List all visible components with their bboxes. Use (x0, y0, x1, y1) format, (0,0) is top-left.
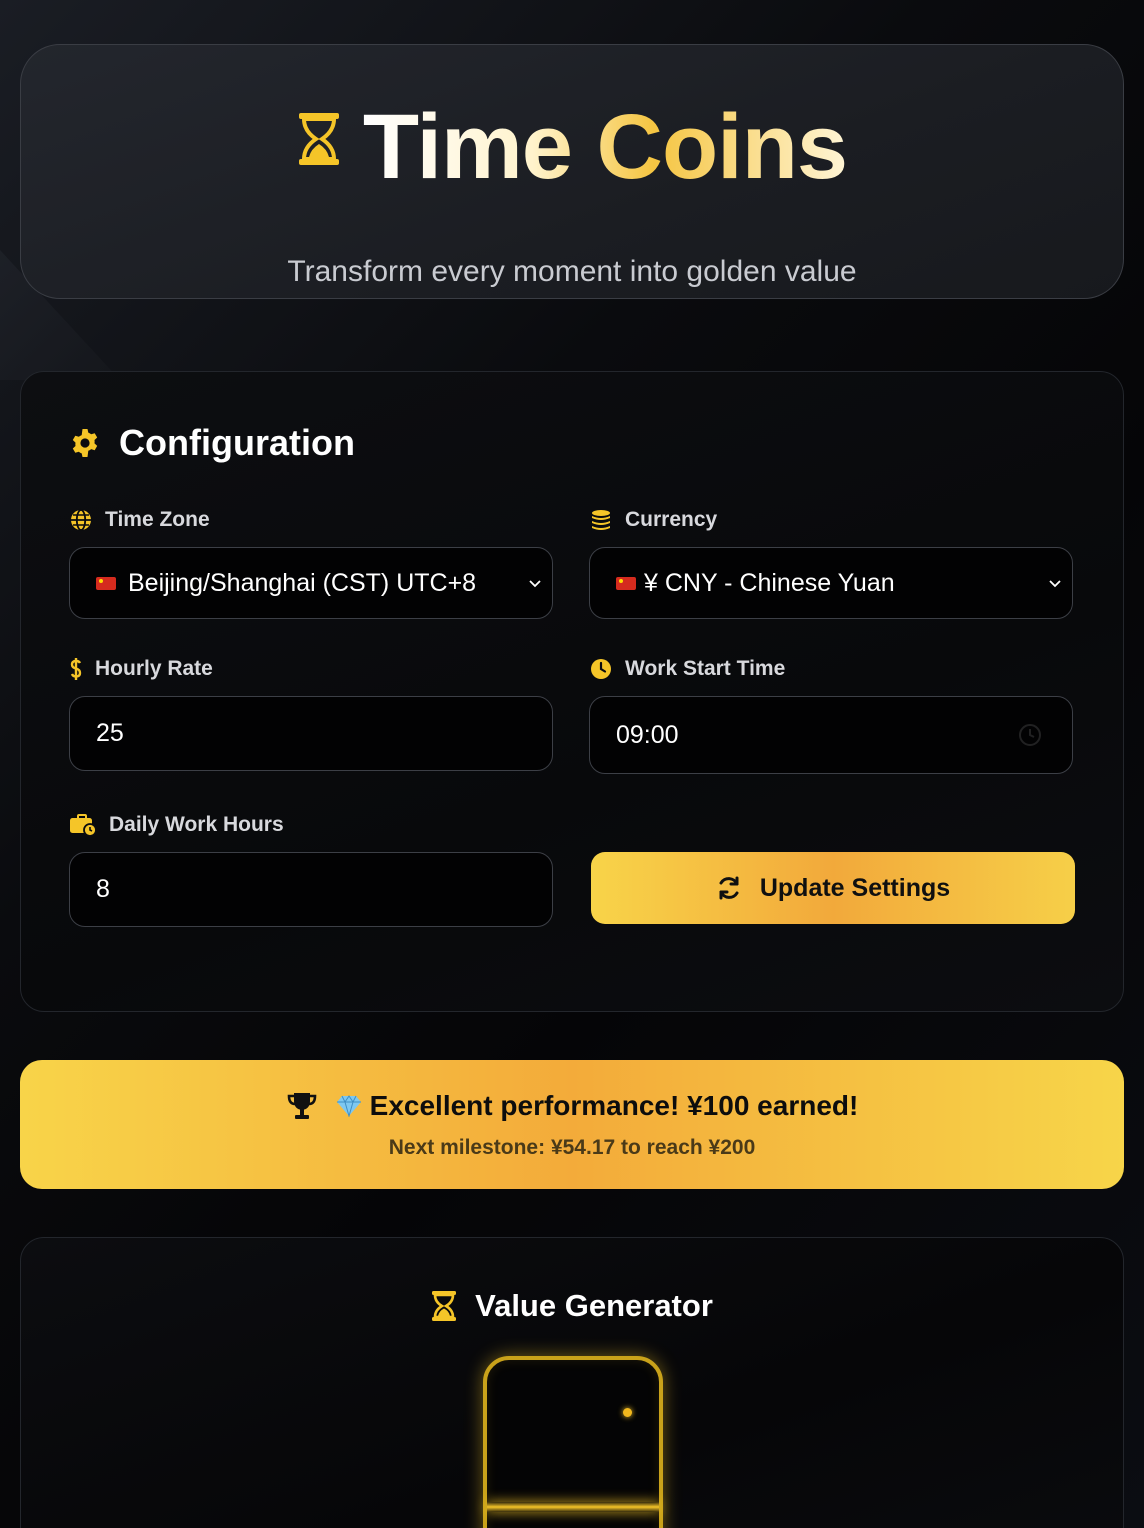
generator-title: Value Generator (21, 1288, 1123, 1324)
work-start-label: Work Start Time (589, 657, 785, 681)
time-picker-icon[interactable] (1018, 723, 1042, 747)
chevron-down-icon (1049, 580, 1061, 588)
header-card: Time Coins Transform every moment into g… (20, 44, 1124, 299)
hourly-rate-label-text: Hourly Rate (95, 657, 213, 680)
currency-select[interactable]: ¥ CNY - Chinese Yuan (589, 547, 1073, 619)
daily-hours-value: 8 (96, 875, 110, 903)
daily-hours-input[interactable]: 8 (69, 852, 553, 927)
china-flag-icon (96, 576, 116, 590)
globe-icon (71, 509, 91, 531)
update-settings-button[interactable]: Update Settings (591, 852, 1075, 924)
vessel-fill-level (487, 1502, 659, 1512)
configuration-panel: Configuration Time Zone Beijing/Shanghai… (20, 371, 1124, 1012)
value-vessel (483, 1356, 663, 1528)
hourly-rate-input[interactable]: 25 (69, 696, 553, 771)
briefcase-clock-icon (70, 814, 97, 837)
next-milestone-text: Next milestone: ¥54.17 to reach ¥200 (388, 1136, 756, 1159)
section-title: Configuration (69, 422, 355, 464)
clock-icon (591, 659, 611, 679)
coin-particle (623, 1408, 632, 1417)
app-title-text: Time Coins (362, 96, 848, 198)
currency-label: Currency (589, 508, 717, 532)
app-title: Time Coins (21, 95, 1123, 200)
chevron-down-icon (529, 580, 541, 588)
hourly-rate-value: 25 (96, 719, 124, 747)
timezone-label: Time Zone (69, 508, 210, 532)
trophy-icon (287, 1093, 316, 1119)
app-subtitle: Transform every moment into golden value (287, 255, 857, 288)
china-flag-icon (616, 576, 636, 590)
timezone-select[interactable]: Beijing/Shanghai (CST) UTC+8 (69, 547, 553, 619)
hourglass-icon (298, 112, 339, 165)
milestone-message: Excellent performance! ¥100 earned! (20, 1090, 1124, 1122)
update-settings-label: Update Settings (759, 873, 951, 902)
daily-hours-label: Daily Work Hours (69, 813, 284, 837)
milestone-message-text: Excellent performance! ¥100 earned! (369, 1090, 859, 1121)
dollar-icon (70, 658, 82, 680)
hourglass-icon (432, 1291, 457, 1321)
generator-title-text: Value Generator (475, 1288, 713, 1323)
milestone-banner: Excellent performance! ¥100 earned! Next… (20, 1060, 1124, 1189)
gem-icon (336, 1095, 361, 1117)
currency-value: ¥ CNY - Chinese Yuan (644, 568, 895, 597)
gear-icon (72, 429, 98, 457)
daily-hours-label-text: Daily Work Hours (109, 813, 284, 836)
hourly-rate-label: Hourly Rate (69, 657, 213, 681)
work-start-value: 09:00 (616, 720, 679, 749)
work-start-input[interactable]: 09:00 (589, 696, 1073, 774)
timezone-label-text: Time Zone (105, 508, 210, 531)
section-title-text: Configuration (119, 422, 355, 463)
currency-label-text: Currency (625, 508, 718, 531)
refresh-icon (719, 876, 739, 900)
coins-icon (592, 510, 610, 530)
timezone-value: Beijing/Shanghai (CST) UTC+8 (128, 568, 477, 597)
value-generator-panel: Value Generator (20, 1237, 1124, 1528)
work-start-label-text: Work Start Time (625, 657, 786, 680)
